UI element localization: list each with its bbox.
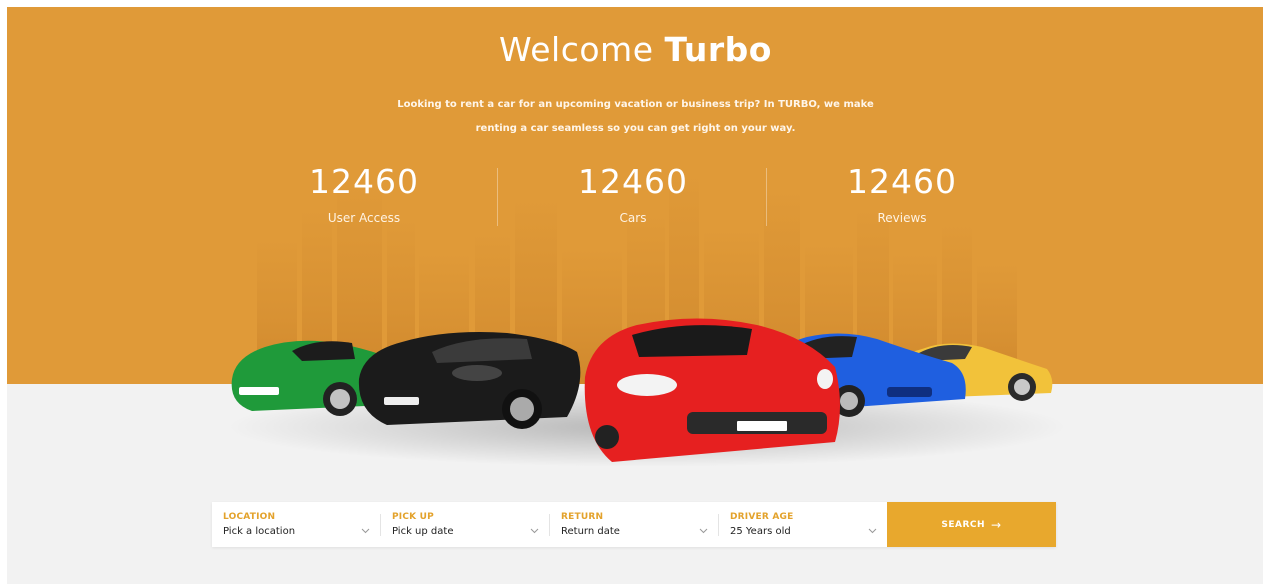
page-frame: Welcome Turbo Looking to rent a car for … [7, 7, 1263, 584]
chevron-down-icon [699, 528, 708, 534]
search-button-label: SEARCH [941, 519, 986, 530]
location-value: Pick a location [223, 526, 296, 537]
pickup-label: PICK UP [392, 512, 434, 522]
black-car-image [358, 332, 581, 429]
location-label: LOCATION [223, 512, 276, 522]
car-search-form: LOCATION Pick a location PICK UP Pick up… [212, 502, 1056, 547]
driver-age-label: DRIVER AGE [730, 512, 794, 522]
location-select[interactable]: LOCATION Pick a location [212, 502, 380, 547]
chevron-down-icon [868, 528, 877, 534]
return-value: Return date [561, 526, 620, 537]
return-label: RETURN [561, 512, 604, 522]
search-button[interactable]: SEARCH → [887, 502, 1056, 547]
chevron-down-icon [361, 528, 370, 534]
chevron-down-icon [530, 528, 539, 534]
pickup-value: Pick up date [392, 526, 454, 537]
return-date-select[interactable]: RETURN Return date [550, 502, 718, 547]
arrow-right-icon: → [991, 517, 1002, 532]
driver-age-value: 25 Years old [730, 526, 791, 537]
driver-age-select[interactable]: DRIVER AGE 25 Years old [719, 502, 887, 547]
cars-showcase [227, 318, 1067, 467]
pickup-date-select[interactable]: PICK UP Pick up date [381, 502, 549, 547]
